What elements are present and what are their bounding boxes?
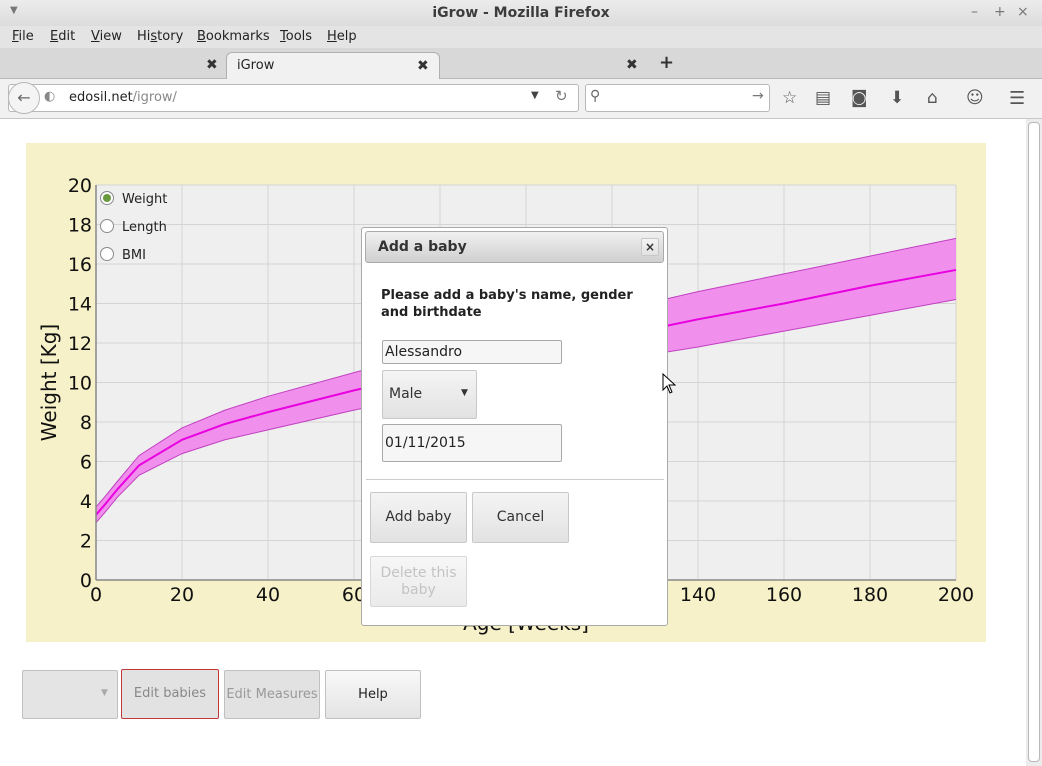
- chevron-down-icon: ▼: [461, 388, 468, 398]
- menu-history[interactable]: History: [137, 29, 183, 44]
- close-tab-icon[interactable]: ✖: [626, 57, 638, 73]
- url-bar[interactable]: ← ◐ edosil.net/igrow/ ▼ ↻: [8, 82, 579, 114]
- tab-background-2[interactable]: ✖: [440, 52, 650, 78]
- y-tick-label: 4: [80, 491, 92, 513]
- reading-list-icon[interactable]: ▤: [815, 88, 831, 108]
- y-tick-label: 18: [68, 215, 92, 237]
- bookmark-star-icon[interactable]: ☆: [782, 88, 797, 108]
- gender-select[interactable]: Male ▼: [382, 370, 477, 419]
- hamburger-menu-icon[interactable]: ☰: [1009, 88, 1025, 109]
- close-tab-icon[interactable]: ✖: [206, 57, 218, 73]
- maximize-icon[interactable]: +: [994, 4, 1006, 20]
- back-icon[interactable]: ←: [8, 82, 40, 114]
- dialog-titlebar[interactable]: Add a baby ×: [365, 231, 664, 263]
- y-tick-label: 16: [68, 254, 92, 276]
- url-text: edosil.net/igrow/: [69, 90, 177, 105]
- new-tab-icon[interactable]: +: [659, 52, 674, 73]
- chevron-down-icon: ▼: [101, 688, 108, 698]
- radio-length-button[interactable]: [100, 219, 114, 233]
- baby-select[interactable]: ▼: [22, 670, 118, 719]
- y-axis-label: Weight [Kg]: [37, 324, 61, 441]
- y-tick-label: 0: [80, 570, 92, 592]
- hello-chat-icon[interactable]: ☺: [966, 88, 984, 108]
- x-tick-label: 40: [256, 584, 280, 606]
- tab-igrow[interactable]: iGrow ✖: [226, 52, 440, 79]
- x-tick-label: 140: [680, 584, 716, 606]
- birthdate-input[interactable]: 01/11/2015: [382, 424, 562, 462]
- dialog-divider: [366, 479, 664, 480]
- menu-bookmarks[interactable]: Bookmarks: [197, 29, 270, 44]
- menu-edit[interactable]: Edit: [50, 29, 75, 44]
- window-titlebar: ▼ iGrow - Mozilla Firefox – + ×: [0, 0, 1042, 26]
- edit-measures-button[interactable]: Edit Measures: [224, 670, 320, 719]
- y-tick-label: 12: [68, 333, 92, 355]
- minimize-icon[interactable]: –: [971, 4, 978, 20]
- help-button[interactable]: Help: [325, 670, 421, 719]
- radio-length-label: Length: [122, 220, 167, 235]
- download-icon[interactable]: ⬇: [890, 88, 904, 108]
- tab-strip: ✖ iGrow ✖ ✖ +: [0, 48, 1042, 79]
- radio-weight-button[interactable]: [100, 191, 114, 205]
- window-title: iGrow - Mozilla Firefox: [432, 5, 610, 21]
- menu-view[interactable]: View: [91, 29, 122, 44]
- search-input[interactable]: ⚲ →: [585, 84, 770, 112]
- menu-help[interactable]: Help: [327, 29, 357, 44]
- baby-name-input[interactable]: Alessandro: [382, 340, 562, 364]
- x-tick-label: 20: [170, 584, 194, 606]
- menu-bar: File Edit View History Bookmarks Tools H…: [0, 26, 1042, 48]
- y-tick-label: 6: [80, 452, 92, 474]
- y-tick-label: 2: [80, 531, 92, 553]
- search-icon: ⚲: [590, 88, 601, 104]
- tab-background-1[interactable]: ✖: [0, 52, 224, 78]
- y-tick-label: 8: [80, 412, 92, 434]
- edit-babies-button[interactable]: Edit babies: [121, 669, 219, 719]
- x-tick-label: 200: [938, 584, 974, 606]
- dialog-close-icon[interactable]: ×: [641, 238, 659, 256]
- tab-label: iGrow: [237, 58, 275, 73]
- gender-value: Male: [389, 386, 423, 402]
- radio-bmi-label: BMI: [122, 248, 146, 263]
- radio-weight-label: Weight: [122, 192, 168, 207]
- add-baby-dialog: Add a baby × Please add a baby's name, g…: [361, 227, 668, 626]
- x-tick-label: 180: [852, 584, 888, 606]
- dialog-title: Add a baby: [378, 239, 467, 255]
- site-identity-icon[interactable]: ◐: [44, 89, 55, 104]
- delete-baby-button[interactable]: Delete this baby: [370, 556, 467, 607]
- close-window-icon[interactable]: ×: [1017, 4, 1029, 20]
- y-tick-label: 10: [68, 373, 92, 395]
- x-tick-label: 160: [766, 584, 802, 606]
- menu-file[interactable]: File: [12, 29, 34, 44]
- menu-tools[interactable]: Tools: [280, 29, 312, 44]
- pocket-icon[interactable]: ◙: [851, 88, 868, 108]
- close-tab-icon[interactable]: ✖: [417, 58, 429, 74]
- y-tick-label: 20: [68, 175, 92, 197]
- radio-bmi-button[interactable]: [100, 247, 114, 261]
- mouse-cursor-icon: [662, 373, 677, 394]
- scrollbar-thumb[interactable]: [1028, 122, 1040, 762]
- navigation-toolbar: ← ◐ edosil.net/igrow/ ▼ ↻ ⚲ → ☆ ▤ ◙ ⬇ ⌂ …: [0, 79, 1042, 119]
- url-dropdown-icon[interactable]: ▼: [531, 90, 539, 101]
- reload-icon[interactable]: ↻: [555, 87, 568, 105]
- dialog-prompt: Please add a baby's name, gender and bir…: [381, 288, 633, 320]
- add-baby-button[interactable]: Add baby: [370, 492, 467, 543]
- home-icon[interactable]: ⌂: [927, 88, 938, 108]
- cancel-button[interactable]: Cancel: [472, 492, 569, 543]
- search-go-icon[interactable]: →: [752, 88, 764, 104]
- y-tick-label: 14: [68, 294, 92, 316]
